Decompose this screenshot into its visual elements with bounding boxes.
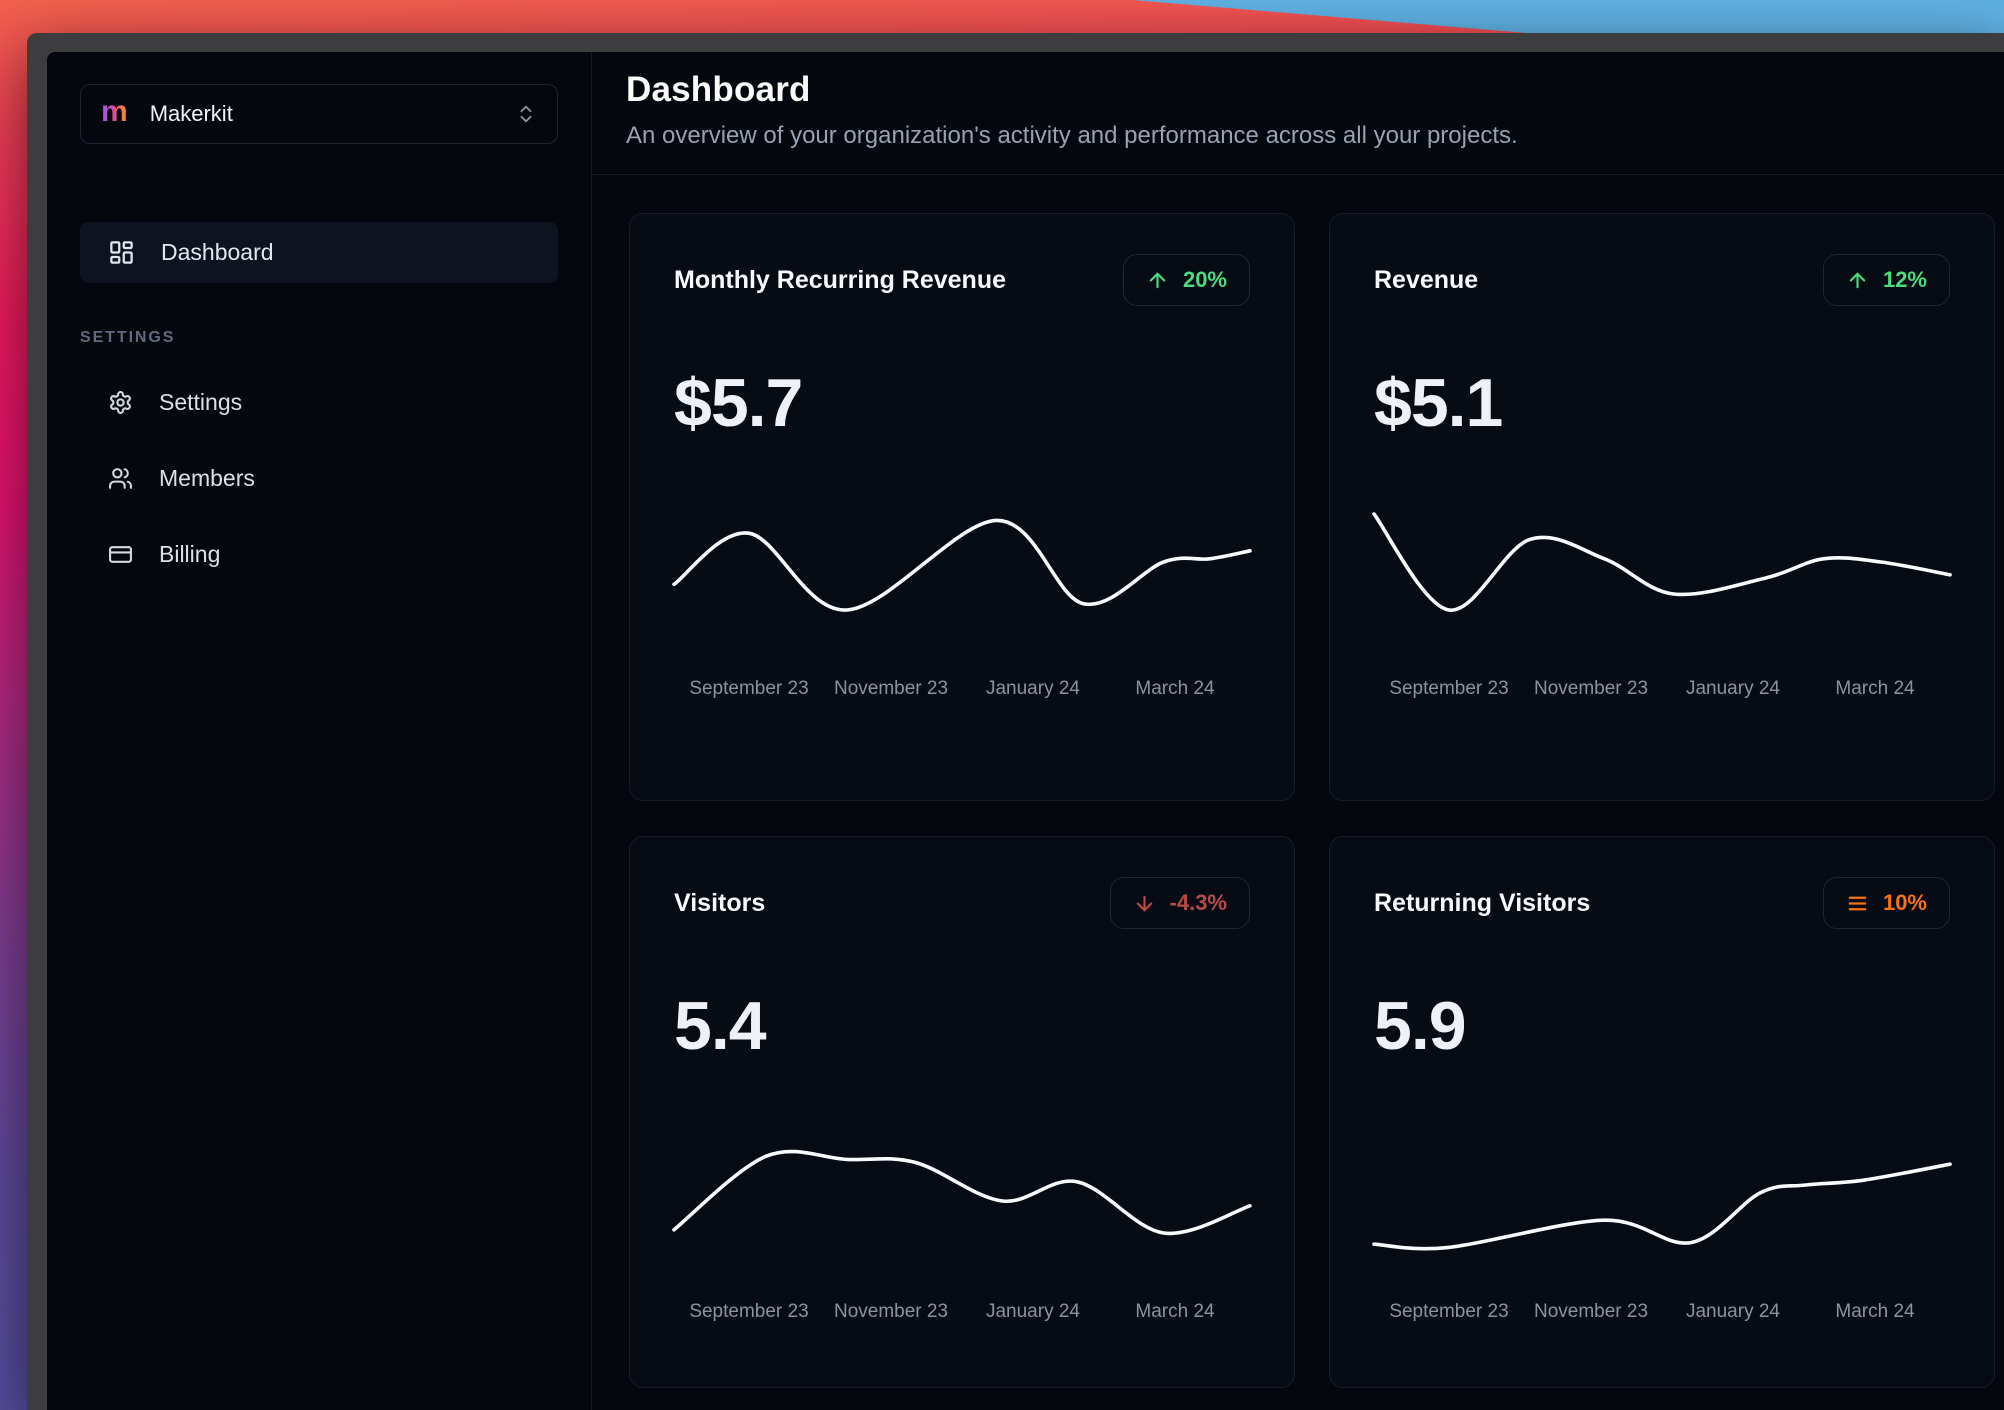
sidebar-item-members[interactable]: Members bbox=[80, 457, 558, 499]
credit-card-icon bbox=[108, 542, 133, 567]
arrow-up-icon bbox=[1146, 269, 1169, 292]
sidebar-section-label: SETTINGS bbox=[80, 329, 176, 346]
metric-value: 5.9 bbox=[1374, 988, 1467, 1064]
x-axis-label: January 24 bbox=[985, 1301, 1080, 1322]
metric-value: 5.4 bbox=[674, 988, 767, 1064]
sparkline-chart: September 23 November 23 January 24 March 2… bbox=[1374, 498, 1950, 700]
sidebar-item-label: Members bbox=[159, 464, 255, 491]
x-axis: September 23 November 23 January 24 March 2… bbox=[1374, 678, 1950, 700]
sidebar-item-billing[interactable]: Billing bbox=[80, 533, 558, 575]
x-axis-label: September 23 bbox=[689, 678, 809, 699]
card-visitors: Visitors -4.3% 5.4 September 23 November… bbox=[629, 836, 1295, 1388]
line-chart bbox=[1374, 498, 1950, 658]
x-axis: September 23 November 23 January 24 March 2… bbox=[674, 1301, 1250, 1323]
chevrons-up-down-icon bbox=[515, 103, 537, 125]
metric-value: $5.7 bbox=[674, 365, 803, 441]
cards-grid: Monthly Recurring Revenue 20% $5.7 Septe… bbox=[592, 175, 2004, 1388]
main-area: Dashboard An overview of your organizati… bbox=[592, 52, 2004, 1410]
x-axis-label: November 23 bbox=[1533, 678, 1649, 699]
trend-badge: 20% bbox=[1122, 254, 1250, 306]
trend-value: 12% bbox=[1882, 267, 1927, 292]
x-axis-label: March 24 bbox=[1135, 678, 1215, 699]
page-title: Dashboard bbox=[626, 70, 811, 109]
sidebar: m Makerkit Dashboard SETTINGS Settings M… bbox=[47, 52, 592, 1410]
x-axis-label: September 23 bbox=[1389, 678, 1509, 699]
line-chart bbox=[1374, 1121, 1950, 1281]
sidebar-item-label: Billing bbox=[159, 540, 221, 567]
x-axis-label: January 24 bbox=[1685, 678, 1780, 699]
trend-badge: -4.3% bbox=[1109, 877, 1250, 929]
arrow-down-icon bbox=[1133, 892, 1156, 915]
x-axis-label: January 24 bbox=[985, 678, 1080, 699]
workspace-selector[interactable]: m Makerkit bbox=[80, 84, 558, 144]
sidebar-item-dashboard[interactable]: Dashboard bbox=[80, 222, 558, 283]
trend-value: 20% bbox=[1182, 267, 1227, 292]
card-monthly-recurring-revenue: Monthly Recurring Revenue 20% $5.7 Septe… bbox=[629, 213, 1295, 801]
x-axis: September 23 November 23 January 24 March 2… bbox=[674, 678, 1250, 700]
workspace-name: Makerkit bbox=[149, 101, 233, 126]
x-axis-label: September 23 bbox=[1389, 1301, 1509, 1322]
card-title: Visitors bbox=[674, 888, 766, 917]
sparkline-chart: September 23 November 23 January 24 March 2… bbox=[674, 498, 1250, 700]
arrow-up-icon bbox=[1846, 269, 1869, 292]
x-axis-label: March 24 bbox=[1835, 678, 1915, 699]
metric-value: $5.1 bbox=[1374, 365, 1503, 441]
app-content: m Makerkit Dashboard SETTINGS Settings M… bbox=[47, 52, 2004, 1410]
trend-value: -4.3% bbox=[1169, 890, 1227, 915]
menu-icon bbox=[1846, 892, 1869, 915]
x-axis-label: September 23 bbox=[689, 1301, 809, 1322]
card-title: Returning Visitors bbox=[1374, 888, 1591, 917]
primary-nav: Dashboard bbox=[80, 222, 558, 283]
sidebar-item-label: Settings bbox=[159, 388, 243, 415]
app-window: m Makerkit Dashboard SETTINGS Settings M… bbox=[27, 33, 2004, 1410]
x-axis-label: November 23 bbox=[833, 1301, 949, 1322]
line-chart bbox=[674, 1121, 1250, 1281]
x-axis-label: November 23 bbox=[1533, 1301, 1649, 1322]
x-axis-label: March 24 bbox=[1135, 1301, 1215, 1322]
x-axis: September 23 November 23 January 24 March 2… bbox=[1374, 1301, 1950, 1323]
card-revenue: Revenue 12% $5.1 September 23 November 2… bbox=[1329, 213, 1995, 801]
page-subtitle: An overview of your organization's activ… bbox=[626, 122, 1518, 149]
users-icon bbox=[108, 466, 133, 491]
trend-badge: 10% bbox=[1822, 877, 1950, 929]
card-title: Revenue bbox=[1374, 265, 1479, 294]
x-axis-label: November 23 bbox=[833, 678, 949, 699]
line-chart bbox=[674, 498, 1250, 658]
page-header: Dashboard An overview of your organizati… bbox=[592, 52, 2004, 175]
sidebar-item-label: Dashboard bbox=[161, 239, 274, 265]
x-axis-label: March 24 bbox=[1835, 1301, 1915, 1322]
sparkline-chart: September 23 November 23 January 24 March 2… bbox=[1374, 1121, 1950, 1323]
sidebar-item-settings[interactable]: Settings bbox=[80, 381, 558, 423]
card-returning-visitors: Returning Visitors 10% 5.9 September 23 … bbox=[1329, 836, 1995, 1388]
trend-badge: 12% bbox=[1822, 254, 1950, 306]
card-title: Monthly Recurring Revenue bbox=[674, 265, 1006, 294]
sparkline-chart: September 23 November 23 January 24 March 2… bbox=[674, 1121, 1250, 1323]
x-axis-label: January 24 bbox=[1685, 1301, 1780, 1322]
makerkit-logo: m bbox=[101, 95, 128, 128]
trend-value: 10% bbox=[1882, 890, 1927, 915]
layout-dashboard-icon bbox=[108, 239, 135, 266]
gear-icon bbox=[108, 390, 133, 415]
